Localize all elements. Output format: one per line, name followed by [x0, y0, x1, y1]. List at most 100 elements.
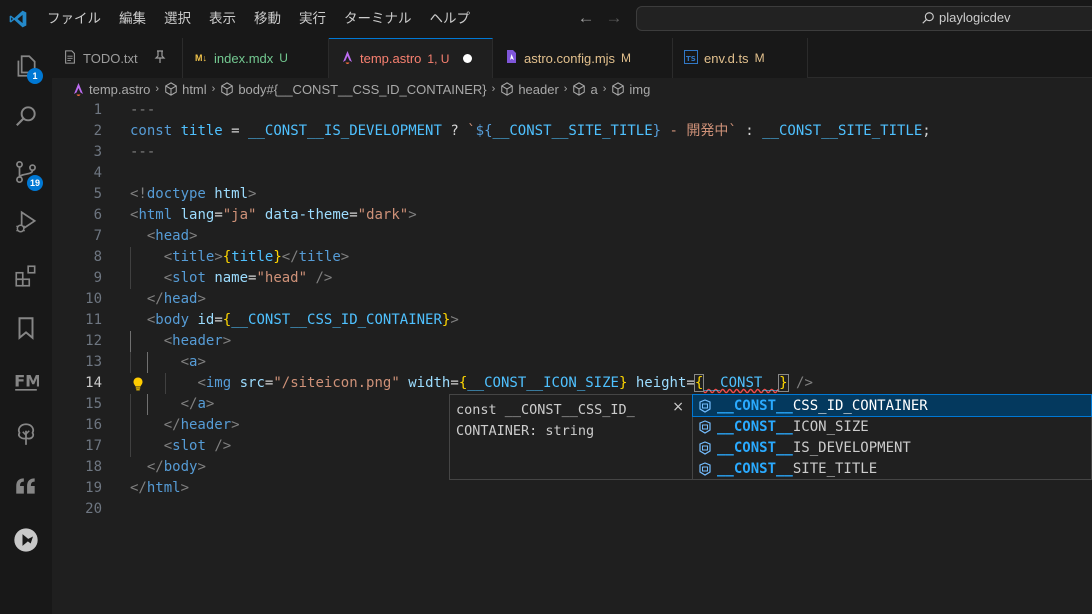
token-tag: a: [197, 396, 206, 412]
code-line: 13 <a>: [52, 352, 1092, 373]
line-number: 15: [85, 396, 102, 412]
breadcrumb-file[interactable]: temp.astro: [72, 82, 150, 97]
back-arrow-icon[interactable]: ←: [576, 8, 596, 28]
suggest-match: __CONST__: [717, 439, 793, 456]
breadcrumb-img[interactable]: img: [611, 82, 650, 97]
line-code: </html>: [130, 480, 190, 496]
token-constant: __CONST__SITE_TITLE: [762, 123, 923, 139]
menu-run[interactable]: 実行: [290, 0, 335, 38]
forward-arrow-icon[interactable]: →: [604, 8, 624, 28]
menu-help[interactable]: ヘルプ: [421, 0, 480, 38]
variable-icon: [699, 440, 711, 455]
line-code: </body>: [146, 459, 206, 475]
token-attr: src: [239, 375, 265, 391]
source-control-button[interactable]: 19: [0, 148, 52, 196]
tree-icon: [17, 423, 35, 445]
svg-text:FM: FM: [14, 372, 39, 391]
suggest-details-panel: const __CONST__CSS_ID_ CONTAINER: string…: [449, 394, 693, 480]
explorer-button[interactable]: 1: [0, 42, 52, 90]
chevron-right-icon: ›: [602, 83, 607, 95]
run-debug-icon: [16, 210, 37, 233]
menu-view[interactable]: 表示: [200, 0, 245, 38]
search-view-button[interactable]: [0, 92, 52, 140]
chevron-right-icon: ›: [491, 83, 496, 95]
command-center-search[interactable]: playlogicdev: [636, 6, 1092, 31]
line-number: 3: [93, 144, 102, 160]
close-icon[interactable]: ×: [672, 399, 684, 415]
line-number: 4: [93, 165, 102, 181]
suggest-item[interactable]: __CONST__ CSS_ID_CONTAINER: [692, 394, 1092, 417]
breadcrumb-header[interactable]: header: [500, 81, 559, 97]
tab-astro-config[interactable]: astro.config.mjs M: [493, 38, 673, 78]
tab-todo[interactable]: TODO.txt: [52, 38, 183, 78]
token-string: - 開発中: [661, 123, 729, 139]
extensions-button[interactable]: [0, 252, 52, 300]
front-matter-button[interactable]: FM: [0, 356, 52, 404]
text-file-icon: [62, 49, 78, 67]
line-code: </a>: [180, 396, 215, 412]
token-string: "ja": [222, 207, 257, 223]
line-number: 17: [85, 438, 102, 454]
tab-status: M: [621, 51, 632, 65]
title-bar: ファイル 編集 選択 表示 移動 実行 ターミナル ヘルプ ← → playlo…: [0, 0, 1092, 38]
line-number: 18: [85, 459, 102, 475]
line-code: ---: [130, 100, 155, 121]
breadcrumb-label: header: [518, 81, 559, 97]
token-partial-input: __CONST__: [703, 375, 780, 391]
line-number: 10: [85, 291, 102, 307]
breadcrumb-label: a: [590, 81, 598, 97]
token-tag: slot: [172, 270, 206, 286]
remote-button[interactable]: [0, 516, 52, 564]
explorer-badge: 1: [27, 68, 43, 84]
tree-view-button[interactable]: [0, 410, 52, 458]
token-doctype: doctype: [146, 186, 206, 202]
token-variable: title: [231, 249, 274, 265]
quotes-button[interactable]: [0, 462, 52, 510]
tab-label: TODO.txt: [83, 50, 138, 66]
suggest-item[interactable]: __CONST__ SITE_TITLE: [693, 458, 1091, 479]
tab-env-d-ts[interactable]: TS env.d.ts M: [673, 38, 808, 78]
cube-icon: [612, 82, 625, 96]
token-attr: data-theme: [264, 207, 350, 223]
tab-index-mdx[interactable]: M↓ index.mdx U: [183, 38, 329, 78]
token-op: =: [222, 123, 249, 139]
line-code: <slot />: [163, 438, 232, 454]
suggest-rest: IS_DEVELOPMENT: [792, 439, 911, 456]
pin-icon[interactable]: [154, 49, 166, 67]
token-tag: body: [163, 459, 198, 475]
astro-file-icon: [74, 82, 83, 96]
tab-label: temp.astro: [360, 51, 422, 66]
svg-text:TS: TS: [686, 55, 696, 63]
menu-go[interactable]: 移動: [245, 0, 290, 38]
suggest-item[interactable]: __CONST__ IS_DEVELOPMENT: [693, 437, 1091, 458]
code-editor[interactable]: 1 --- 2 const title = __CONST__IS_DEVELO…: [52, 100, 1092, 614]
menu-terminal[interactable]: ターミナル: [335, 0, 421, 38]
breadcrumb-a[interactable]: a: [572, 81, 598, 97]
token-interp-open: ${: [475, 123, 493, 139]
line-code: </header>: [163, 417, 240, 433]
token-backtick: `: [467, 123, 476, 139]
tab-temp-astro[interactable]: temp.astro 1, U: [329, 38, 493, 78]
bookmarks-button[interactable]: [0, 304, 52, 352]
token-variable: title: [180, 123, 223, 139]
magnifier-icon: [16, 106, 36, 126]
line-code: <title>{title}</title>: [163, 249, 350, 265]
line-number: 20: [85, 501, 102, 517]
chevron-right-icon: ›: [211, 83, 216, 95]
code-line: 7 <head>: [52, 226, 1092, 247]
token-op: ?: [441, 123, 468, 139]
menu-file[interactable]: ファイル: [38, 0, 110, 38]
line-number: 16: [85, 417, 102, 433]
tab-status: M: [754, 51, 765, 65]
breadcrumb-html[interactable]: html: [164, 82, 207, 97]
line-number: 5: [93, 186, 102, 202]
menu-selection[interactable]: 選択: [155, 0, 200, 38]
suggest-item[interactable]: __CONST__ ICON_SIZE: [693, 416, 1091, 437]
unsaved-dot-icon[interactable]: [463, 54, 473, 63]
menu-edit[interactable]: 編集: [110, 0, 155, 38]
suggest-rest: SITE_TITLE: [792, 460, 878, 477]
line-code: <img src="/siteicon.png" width={__CONST_…: [197, 374, 813, 392]
breadcrumb-body[interactable]: body#{__CONST__CSS_ID_CONTAINER}: [220, 82, 487, 97]
run-debug-button[interactable]: [0, 198, 52, 246]
token-tag: body: [155, 312, 190, 328]
